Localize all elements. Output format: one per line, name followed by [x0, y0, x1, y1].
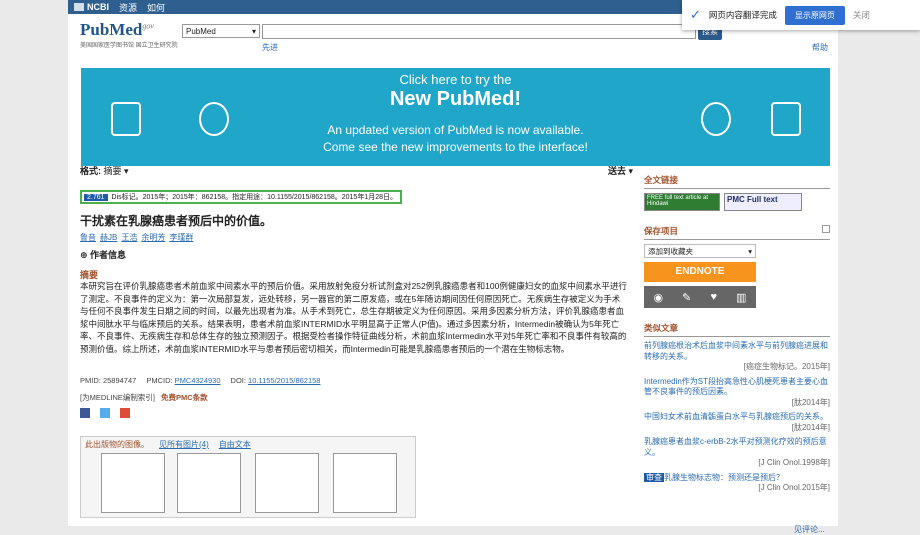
- globe-icon: [701, 102, 731, 136]
- show-original-button[interactable]: 显示原网页: [784, 5, 845, 25]
- similar-article[interactable]: 中国妇女术前血清骺蛋白水平与乳腺癌预后的关系。 [肽2014年]: [644, 412, 830, 433]
- abstract-text: 本研究旨在评价乳腺癌患者术前血浆中间素水平的预后价值。采用放射免疫分析试剂盒对2…: [80, 281, 627, 354]
- lightbulb-icon: [199, 102, 229, 136]
- send-to-menu[interactable]: 送去 ▾: [608, 164, 633, 177]
- collapse-icon[interactable]: [822, 225, 830, 233]
- network-icon: [111, 102, 141, 136]
- free-text-link[interactable]: 自由文本: [219, 439, 251, 450]
- figure-thumbnail[interactable]: [101, 453, 165, 513]
- similar-article[interactable]: 审查 乳腺生物标志物：预测还是预后？ [J Clin Onol.2015年]: [644, 472, 830, 494]
- review-badge: 审查: [644, 472, 664, 482]
- facebook-icon[interactable]: [80, 408, 90, 418]
- similar-article[interactable]: 乳腺癌患者血浆c-erbB-2水平对预测化疗效的预后意义。 [J Clin Ono…: [644, 437, 830, 469]
- hindawi-fulltext-link[interactable]: FREE full text article at Hindawi: [644, 193, 720, 211]
- figure-thumbnail[interactable]: [255, 453, 319, 513]
- article-ids: PMID: 25894747 PMCID: PMC4324930 DOI: 10…: [80, 376, 320, 385]
- translate-notification: ✓ 网页内容翻译完成 显示原网页 关闭: [682, 0, 920, 30]
- pubmed-logo[interactable]: PubMedgov: [80, 20, 154, 40]
- figures-panel: 此出版物的图像。 见所有图片(4) 自由文本: [80, 436, 416, 518]
- doi-label: DOI:: [230, 376, 246, 385]
- pmc-fulltext-link[interactable]: PMC Full text: [724, 193, 802, 211]
- similar-heading: 类似文章: [644, 322, 830, 337]
- free-pmc-link[interactable]: 免费PMC条款: [161, 393, 208, 402]
- chevron-down-icon: ▾: [748, 246, 752, 256]
- author-info-toggle[interactable]: ⊕ 作者信息: [80, 248, 126, 261]
- figures-heading: 此出版物的图像。: [85, 440, 149, 449]
- medline-note: [为MEDLINE编制索引] 免费PMC条款: [80, 393, 208, 402]
- banner-line1: Click here to try the: [399, 72, 512, 87]
- fulltext-heading: 全文链接: [644, 174, 830, 189]
- pin-icon[interactable]: ✎: [682, 291, 691, 304]
- author-link[interactable]: 鲁音: [80, 232, 96, 243]
- right-sidebar: 全文链接 FREE full text article at Hindawi P…: [644, 174, 830, 494]
- ncbi-logo[interactable]: NCBI: [74, 2, 109, 12]
- pubmed-page: PubMedgov 美国国家医学图书馆 国立卫生研究院 PubMed ▾ 搜索 先…: [68, 14, 838, 534]
- author-link[interactable]: 余明芳: [141, 232, 165, 243]
- endnote-button[interactable]: ENDNOTE: [644, 262, 756, 282]
- author-link[interactable]: 李瑾群: [169, 232, 193, 243]
- format-selector[interactable]: 格式: 摘要 ▾: [80, 164, 129, 177]
- help-link[interactable]: 帮助: [812, 42, 828, 53]
- search-input[interactable]: [262, 24, 696, 39]
- author-link[interactable]: 赫JB: [100, 232, 117, 243]
- document-icon: [771, 102, 801, 136]
- advanced-link[interactable]: 先进: [262, 42, 278, 53]
- logo-subtitle: 美国国家医学图书馆 国立卫生研究院: [80, 43, 178, 49]
- heart-icon[interactable]: ♥: [710, 291, 717, 303]
- trash-icon[interactable]: ▥: [736, 291, 746, 304]
- pmid-value: 25894747: [102, 376, 137, 385]
- translate-status: 网页内容翻译完成: [708, 10, 777, 20]
- twitter-icon[interactable]: [100, 408, 110, 418]
- database-select[interactable]: PubMed ▾: [182, 24, 260, 38]
- resources-menu[interactable]: 资源: [119, 1, 137, 14]
- author-link[interactable]: 王浩: [121, 232, 137, 243]
- doi-link[interactable]: 10.1155/2015/862158: [248, 376, 320, 385]
- pmid-label: PMID:: [80, 376, 101, 385]
- pmcid-label: PMCID:: [146, 376, 173, 385]
- new-pubmed-banner[interactable]: Click here to try the New PubMed! An upd…: [81, 68, 830, 166]
- impact-score-badge: 2.761: [84, 193, 108, 201]
- see-all-images-link[interactable]: 见所有图片(4): [159, 439, 209, 450]
- add-to-collection-select[interactable]: 添加到收藏夹 ▾: [644, 244, 756, 258]
- figure-thumbnail[interactable]: [177, 453, 241, 513]
- pmcid-link[interactable]: PMC4324930: [175, 376, 221, 385]
- social-share: [80, 408, 130, 418]
- chevron-down-icon: ▾: [251, 26, 256, 36]
- banner-line4: Come see the new improvements to the int…: [323, 140, 588, 154]
- figure-thumbnail[interactable]: [333, 453, 397, 513]
- action-toolbar: ◉ ✎ ♥ ▥: [644, 286, 756, 308]
- close-button[interactable]: 关闭: [853, 9, 870, 21]
- google-plus-icon[interactable]: [120, 408, 130, 418]
- eye-icon[interactable]: ◉: [654, 291, 664, 304]
- similar-article[interactable]: Intermedin作为ST段抬高急性心肌梗死患者主要心血管不良事件的预后因素。…: [644, 377, 830, 409]
- saved-items-heading: 保存项目: [644, 225, 830, 240]
- citation-line: 2.761 Dis标记。2015年；2015年：862158。指定用途：10.1…: [80, 190, 402, 204]
- ncbi-icon: [74, 3, 84, 11]
- citation-text: Dis标记。2015年；2015年：862158。指定用途：10.1155/20…: [111, 194, 397, 201]
- howto-menu[interactable]: 如何: [147, 1, 165, 14]
- author-list: 鲁音 赫JB 王浩 余明芳 李瑾群: [80, 232, 193, 243]
- checkmark-icon: ✓: [690, 7, 701, 22]
- article-title: 干扰素在乳腺癌患者预后中的价值。: [80, 214, 273, 228]
- similar-article[interactable]: 前列腺癌根治术后血浆中间素水平与前列腺癌进展和转移的关系。 [癌症生物标记。201…: [644, 341, 830, 373]
